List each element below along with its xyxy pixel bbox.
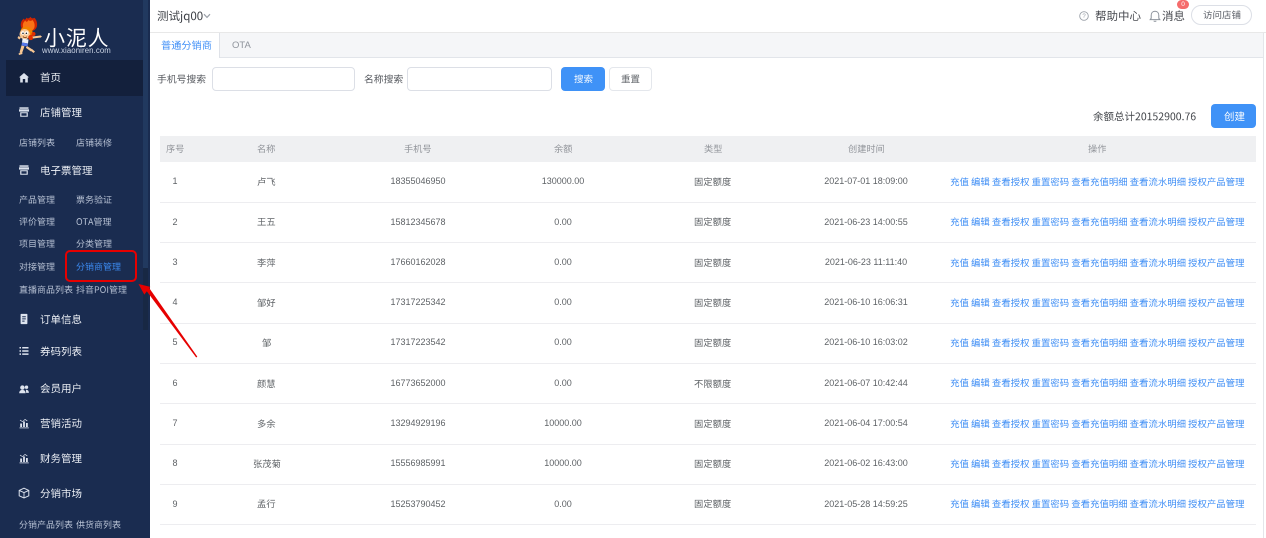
svg-text:?: ? — [1082, 14, 1086, 20]
